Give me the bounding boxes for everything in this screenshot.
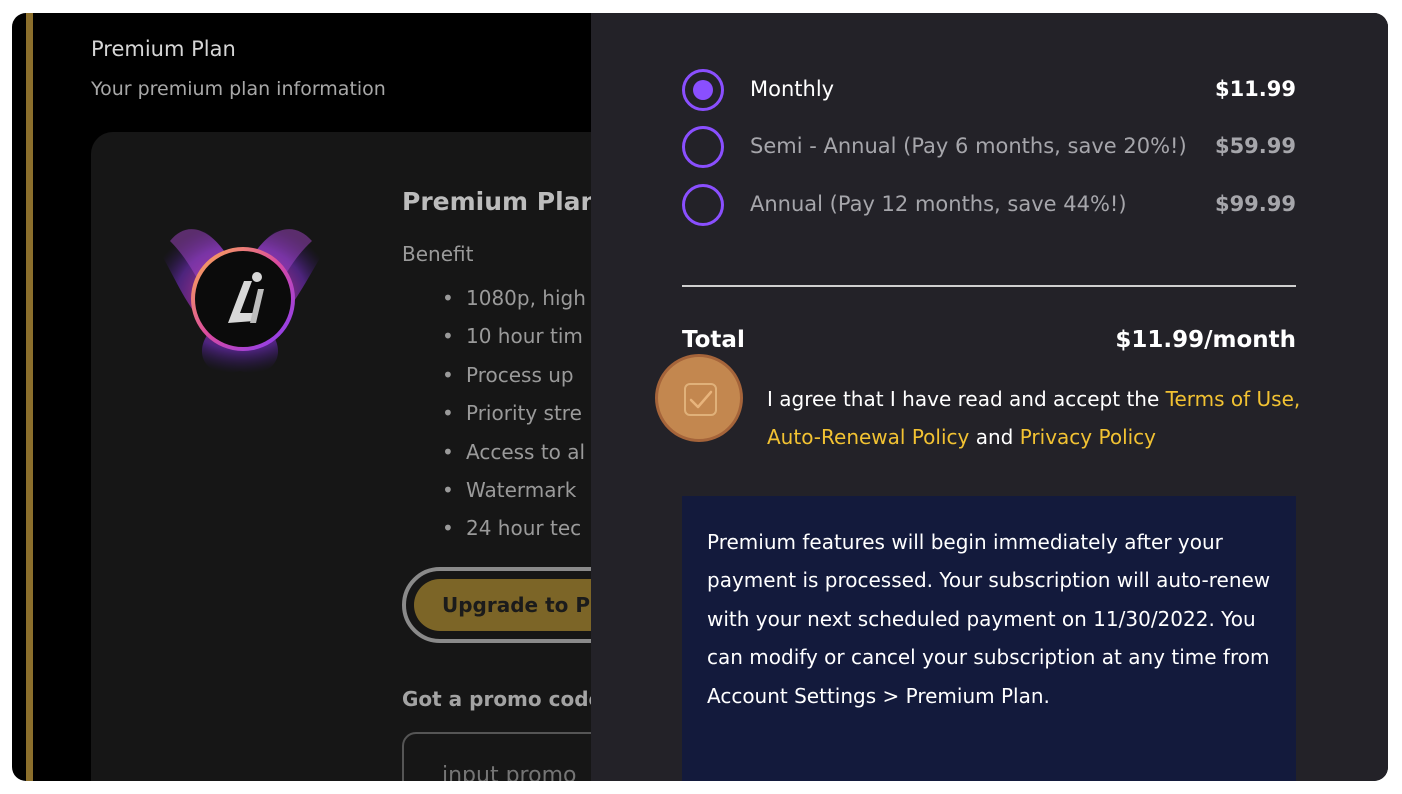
renewal-notice: Premium features will begin immediately … xyxy=(682,496,1296,781)
promo-label: Got a promo code xyxy=(402,687,603,711)
checkout-panel: Monthly $11.99 Semi - Annual (Pay 6 mont… xyxy=(591,13,1388,781)
app-logo-icon xyxy=(140,181,340,391)
radio-button[interactable] xyxy=(682,184,724,226)
privacy-policy-link[interactable]: Privacy Policy xyxy=(1020,425,1156,449)
total-value: $11.99/month xyxy=(1115,327,1296,353)
accent-stripe xyxy=(26,13,33,781)
plan-option-price: $11.99 xyxy=(1214,77,1296,101)
plan-option-price: $99.99 xyxy=(1214,192,1296,216)
divider xyxy=(682,285,1296,287)
radio-button[interactable] xyxy=(682,126,724,168)
agree-middle: and xyxy=(969,425,1020,449)
plan-option-semi-annual[interactable]: Semi - Annual (Pay 6 months, save 20%!) … xyxy=(682,126,1296,172)
app-window: Premium Plan Your premium plan informati… xyxy=(12,13,1388,781)
plan-option-annual[interactable]: Annual (Pay 12 months, save 44%!) $99.99 xyxy=(682,184,1296,230)
benefit-item: 10 hour tim xyxy=(442,317,586,355)
plan-option-label: Semi - Annual (Pay 6 months, save 20%!) xyxy=(750,134,1187,158)
benefit-item: Access to al xyxy=(442,433,586,471)
benefit-item: 1080p, high xyxy=(442,279,586,317)
page-title: Premium Plan xyxy=(91,37,236,61)
agree-checkbox[interactable] xyxy=(684,383,717,416)
benefit-item: Watermark xyxy=(442,471,586,509)
agree-prefix: I agree that I have read and accept the xyxy=(767,387,1166,411)
plan-option-label: Annual (Pay 12 months, save 44%!) xyxy=(750,192,1127,216)
plan-option-monthly[interactable]: Monthly $11.99 xyxy=(682,69,1296,115)
benefit-item: Process up xyxy=(442,356,586,394)
benefit-item: 24 hour tec xyxy=(442,509,586,547)
radio-selected-dot xyxy=(693,80,713,100)
plan-name: Premium Plan xyxy=(402,187,599,216)
total-label: Total xyxy=(682,327,745,353)
plan-option-price: $59.99 xyxy=(1214,134,1296,158)
plan-option-label: Monthly xyxy=(750,77,835,101)
agree-checkbox-highlight xyxy=(655,354,743,442)
agree-text: I agree that I have read and accept the … xyxy=(767,380,1307,456)
benefit-item: Priority stre xyxy=(442,394,586,432)
benefit-list: 1080p, high 10 hour tim Process up Prior… xyxy=(442,279,586,548)
page-subtitle: Your premium plan information xyxy=(91,78,386,100)
benefit-label: Benefit xyxy=(402,242,474,266)
radio-button[interactable] xyxy=(682,69,724,111)
check-icon xyxy=(689,390,712,408)
